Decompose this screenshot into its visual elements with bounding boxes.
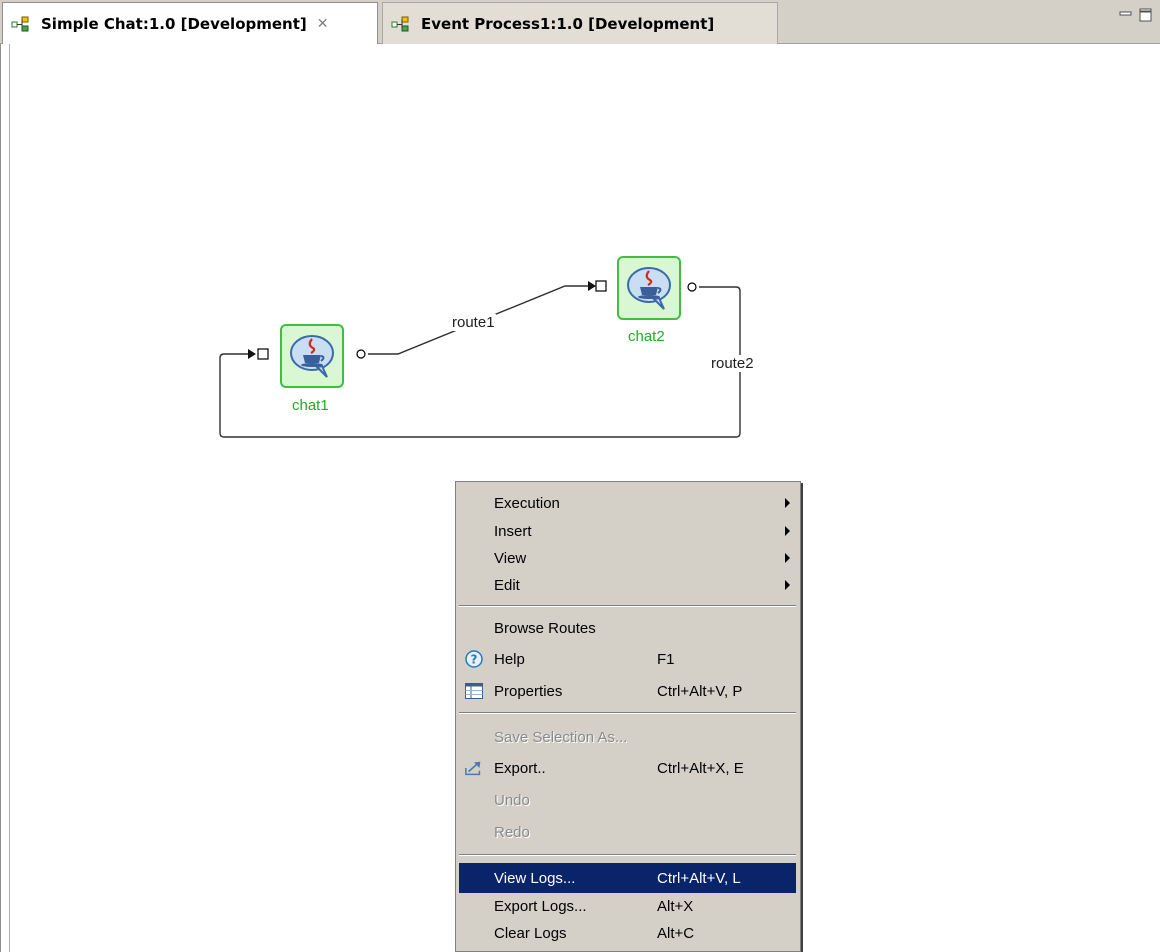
submenu-arrow-icon [785, 526, 790, 536]
submenu-arrow-icon [785, 498, 790, 508]
chat2-label: chat2 [628, 328, 665, 345]
route2-arrowhead [248, 349, 256, 359]
menu-separator [459, 605, 796, 607]
menu-separator [459, 712, 796, 714]
submenu-arrow-icon [785, 580, 790, 590]
context-menu: Execution Insert View Edit Browse Routes… [455, 481, 801, 952]
java-chat-icon [627, 267, 671, 310]
menu-item-clear-logs[interactable]: Clear Logs Alt+C [459, 918, 796, 948]
svg-text:?: ? [471, 653, 478, 667]
route2-label[interactable]: route2 [710, 355, 755, 372]
menu-item-view[interactable]: View [459, 543, 796, 573]
menu-item-view-logs[interactable]: View Logs... Ctrl+Alt+V, L [459, 863, 796, 893]
chat1-node[interactable] [280, 324, 344, 388]
menu-item-browse-routes[interactable]: Browse Routes [459, 613, 796, 643]
chat1-label: chat1 [292, 397, 329, 414]
submenu-arrow-icon [785, 553, 790, 563]
menu-item-properties[interactable]: Properties Ctrl+Alt+V, P [459, 676, 796, 706]
menu-separator [459, 854, 796, 856]
menu-item-edit[interactable]: Edit [459, 570, 796, 600]
route1-arrowhead [588, 281, 596, 291]
chat1-input-port [257, 348, 269, 360]
java-chat-icon [290, 335, 334, 378]
properties-table-icon [465, 683, 483, 699]
chat2-input-port [595, 280, 607, 292]
menu-item-redo: Redo [494, 823, 530, 841]
export-icon [465, 761, 481, 776]
chat2-output-port [687, 282, 697, 292]
menu-item-help[interactable]: ? Help F1 [459, 644, 796, 674]
menu-item-insert[interactable]: Insert [459, 516, 796, 546]
menu-item-export-logs[interactable]: Export Logs... Alt+X [459, 891, 796, 921]
route1-label[interactable]: route1 [451, 314, 496, 331]
help-icon: ? [465, 650, 483, 668]
chat2-node[interactable] [617, 256, 681, 320]
menu-item-execution[interactable]: Execution [459, 488, 796, 518]
menu-item-export[interactable]: Export.. Ctrl+Alt+X, E [459, 753, 796, 783]
chat1-output-port [356, 349, 366, 359]
menu-item-save-selection-as: Save Selection As... [494, 728, 628, 746]
menu-item-undo: Undo [494, 791, 530, 809]
